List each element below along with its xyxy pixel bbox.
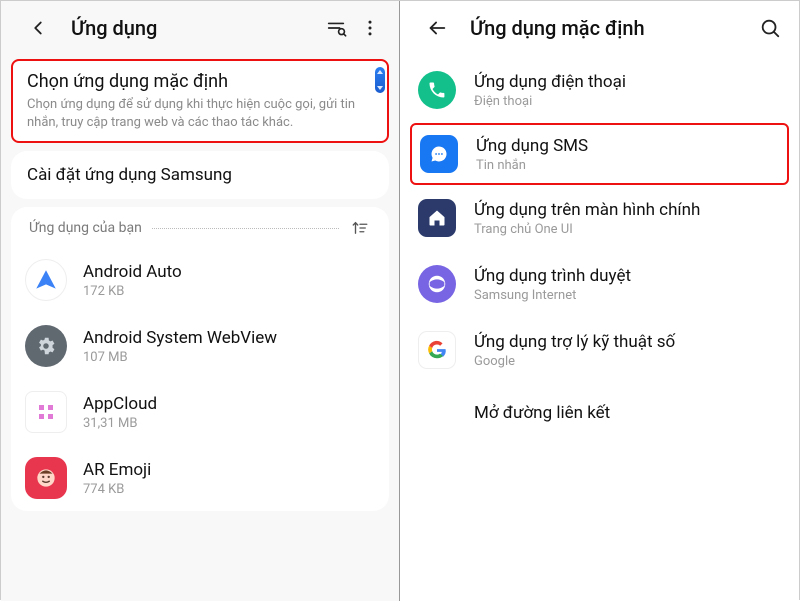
android-auto-icon bbox=[25, 259, 67, 301]
item-name: Ứng dụng SMS bbox=[476, 136, 588, 156]
default-browser-app[interactable]: Ứng dụng trình duyệt Samsung Internet bbox=[400, 251, 799, 317]
open-links-label: Mở đường liên kết bbox=[474, 403, 610, 423]
default-phone-app[interactable]: Ứng dụng điện thoại Điện thoại bbox=[400, 57, 799, 123]
app-name: AR Emoji bbox=[83, 460, 151, 480]
list-item[interactable]: Android System WebView 107 MB bbox=[11, 313, 389, 379]
divider bbox=[152, 228, 339, 229]
your-apps-label: Ứng dụng của bạn bbox=[29, 220, 142, 236]
scroll-indicator-icon bbox=[375, 67, 385, 93]
default-apps-subtitle: Chọn ứng dụng để sử dụng khi thực hiện c… bbox=[27, 96, 373, 131]
sms-icon bbox=[420, 135, 458, 173]
item-name: Ứng dụng trình duyệt bbox=[474, 266, 631, 286]
left-header: Ứng dụng bbox=[1, 1, 399, 51]
item-meta: Điện thoại bbox=[474, 94, 626, 109]
home-icon bbox=[418, 199, 456, 237]
item-meta: Samsung Internet bbox=[474, 288, 631, 303]
default-home-app[interactable]: Ứng dụng trên màn hình chính Trang chủ O… bbox=[400, 185, 799, 251]
app-size: 774 KB bbox=[83, 482, 151, 497]
list-item[interactable]: Android Auto 172 KB bbox=[11, 247, 389, 313]
back-icon[interactable] bbox=[424, 15, 450, 41]
your-apps-section-header: Ứng dụng của bạn bbox=[11, 207, 389, 247]
samsung-app-settings-card[interactable]: Cài đặt ứng dụng Samsung bbox=[11, 151, 389, 199]
webview-icon bbox=[25, 325, 67, 367]
default-apps-list: Ứng dụng điện thoại Điện thoại Ứng dụng … bbox=[400, 51, 799, 449]
app-size: 172 KB bbox=[83, 284, 182, 299]
page-title: Ứng dụng bbox=[71, 16, 315, 40]
app-name: Android Auto bbox=[83, 262, 182, 282]
app-list: Android Auto 172 KB Android System WebVi… bbox=[11, 247, 389, 511]
apps-settings-screen: Ứng dụng Chọn ứng dụng mặc định Chọn ứng… bbox=[1, 1, 400, 601]
default-assistant-app[interactable]: Ứng dụng trợ lý kỹ thuật số Google bbox=[400, 317, 799, 383]
item-meta: Trang chủ One UI bbox=[474, 222, 700, 237]
ar-emoji-icon bbox=[25, 457, 67, 499]
samsung-app-settings-label: Cài đặt ứng dụng Samsung bbox=[27, 165, 373, 185]
app-size: 107 MB bbox=[83, 350, 277, 365]
default-apps-title: Chọn ứng dụng mặc định bbox=[27, 71, 373, 92]
item-name: Ứng dụng trên màn hình chính bbox=[474, 200, 700, 220]
list-item[interactable]: AR Emoji 774 KB bbox=[11, 445, 389, 511]
right-header: Ứng dụng mặc định bbox=[400, 1, 799, 51]
page-title: Ứng dụng mặc định bbox=[470, 16, 749, 40]
appcloud-icon bbox=[25, 391, 67, 433]
choose-default-apps-card[interactable]: Chọn ứng dụng mặc định Chọn ứng dụng để … bbox=[11, 59, 389, 143]
item-name: Ứng dụng điện thoại bbox=[474, 72, 626, 92]
open-links-row[interactable]: Mở đường liên kết bbox=[400, 383, 799, 443]
item-meta: Google bbox=[474, 354, 675, 369]
search-icon[interactable] bbox=[757, 15, 783, 41]
default-apps-screen: Ứng dụng mặc định Ứng dụng điện thoại Đi… bbox=[400, 1, 799, 601]
default-sms-app[interactable]: Ứng dụng SMS Tin nhắn bbox=[410, 123, 789, 185]
phone-icon bbox=[418, 71, 456, 109]
search-filter-icon[interactable] bbox=[323, 15, 349, 41]
app-size: 31,31 MB bbox=[83, 416, 157, 431]
browser-icon bbox=[418, 265, 456, 303]
list-item[interactable]: AppCloud 31,31 MB bbox=[11, 379, 389, 445]
app-name: AppCloud bbox=[83, 394, 157, 414]
sort-icon[interactable] bbox=[349, 217, 371, 239]
google-icon bbox=[418, 331, 456, 369]
item-name: Ứng dụng trợ lý kỹ thuật số bbox=[474, 332, 675, 352]
more-icon[interactable] bbox=[357, 15, 383, 41]
item-meta: Tin nhắn bbox=[476, 158, 588, 173]
app-name: Android System WebView bbox=[83, 328, 277, 348]
back-icon[interactable] bbox=[25, 15, 51, 41]
